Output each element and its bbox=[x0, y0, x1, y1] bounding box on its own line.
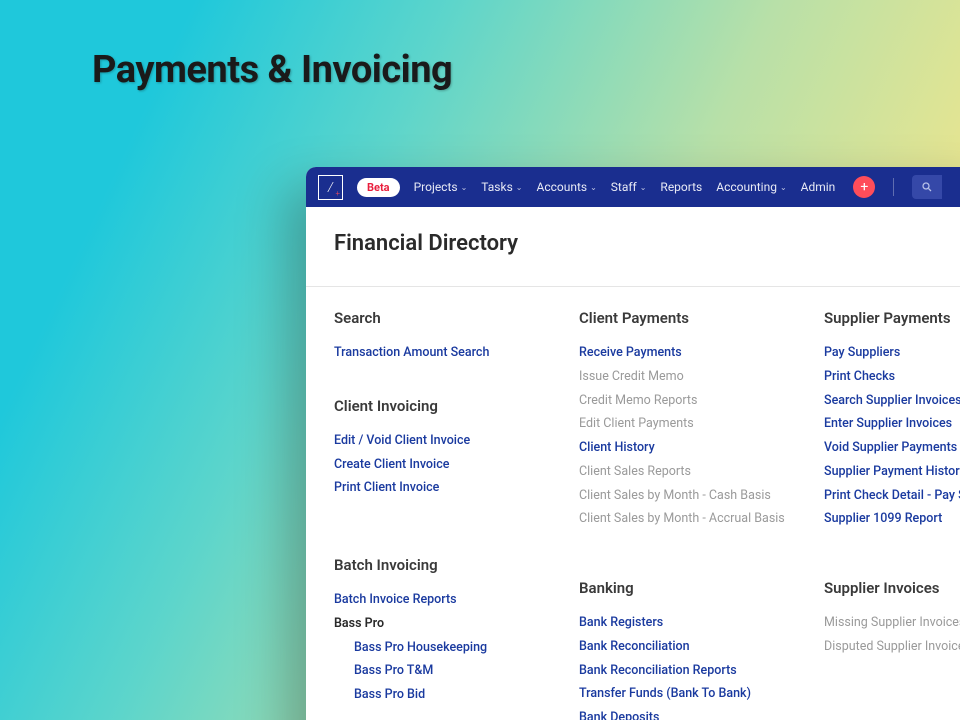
column-3: Supplier Payments Pay Suppliers Print Ch… bbox=[824, 309, 960, 720]
app-window: / Beta Projects⌄ Tasks⌄ Accounts⌄ Staff⌄… bbox=[306, 167, 960, 720]
section-heading-client-invoicing: Client Invoicing bbox=[334, 397, 579, 415]
search-icon bbox=[921, 181, 933, 193]
section-heading-client-payments: Client Payments bbox=[579, 309, 824, 327]
link-list-search: Transaction Amount Search bbox=[334, 341, 579, 365]
link-bank-reconciliation[interactable]: Bank Reconciliation bbox=[579, 635, 824, 659]
link-pay-suppliers[interactable]: Pay Suppliers bbox=[824, 341, 960, 365]
content-area: Financial Directory Search Transaction A… bbox=[306, 207, 960, 720]
nav-tasks[interactable]: Tasks⌄ bbox=[481, 180, 522, 194]
link-client-sales-reports[interactable]: Client Sales Reports bbox=[579, 460, 824, 484]
nav-label: Accounts bbox=[536, 180, 587, 194]
column-1: Search Transaction Amount Search Client … bbox=[334, 309, 579, 720]
link-print-checks[interactable]: Print Checks bbox=[824, 365, 960, 389]
nav-accounts[interactable]: Accounts⌄ bbox=[536, 180, 596, 194]
link-client-history[interactable]: Client History bbox=[579, 436, 824, 460]
link-issue-credit-memo[interactable]: Issue Credit Memo bbox=[579, 365, 824, 389]
section-heading-search: Search bbox=[334, 309, 579, 327]
link-supplier-payment-history[interactable]: Supplier Payment History bbox=[824, 460, 960, 484]
page-title: Financial Directory bbox=[334, 231, 960, 256]
link-credit-memo-reports[interactable]: Credit Memo Reports bbox=[579, 389, 824, 413]
link-list-batch-invoicing: Batch Invoice Reports Bass Pro Bass Pro … bbox=[334, 588, 579, 707]
section-heading-supplier-invoices: Supplier Invoices bbox=[824, 579, 960, 597]
nav-label: Projects bbox=[414, 180, 458, 194]
chevron-down-icon: ⌄ bbox=[780, 183, 787, 192]
plus-icon: + bbox=[860, 179, 868, 195]
add-button[interactable]: + bbox=[853, 176, 875, 198]
section-heading-banking: Banking bbox=[579, 579, 824, 597]
nav-divider bbox=[893, 178, 894, 196]
nav-label: Reports bbox=[660, 180, 702, 194]
link-list-client-payments: Receive Payments Issue Credit Memo Credi… bbox=[579, 341, 824, 531]
hero-title: Payments & Invoicing bbox=[92, 48, 452, 92]
link-disputed-supplier-invoice[interactable]: Disputed Supplier Invoice bbox=[824, 635, 960, 659]
link-print-check-detail[interactable]: Print Check Detail - Pay Sup bbox=[824, 484, 960, 508]
link-edit-void-client-invoice[interactable]: Edit / Void Client Invoice bbox=[334, 429, 579, 453]
link-bank-registers[interactable]: Bank Registers bbox=[579, 611, 824, 635]
nav-admin[interactable]: Admin bbox=[801, 180, 836, 194]
search-button[interactable] bbox=[912, 175, 942, 199]
link-enter-supplier-invoices[interactable]: Enter Supplier Invoices bbox=[824, 412, 960, 436]
link-bass-pro-bid[interactable]: Bass Pro Bid bbox=[334, 683, 579, 707]
link-bank-deposits[interactable]: Bank Deposits bbox=[579, 706, 824, 720]
nav-staff[interactable]: Staff⌄ bbox=[611, 180, 647, 194]
column-2: Client Payments Receive Payments Issue C… bbox=[579, 309, 824, 720]
link-bass-pro-tm[interactable]: Bass Pro T&M bbox=[334, 659, 579, 683]
link-print-client-invoice[interactable]: Print Client Invoice bbox=[334, 476, 579, 500]
link-bank-reconciliation-reports[interactable]: Bank Reconciliation Reports bbox=[579, 659, 824, 683]
link-list-client-invoicing: Edit / Void Client Invoice Create Client… bbox=[334, 429, 579, 500]
link-receive-payments[interactable]: Receive Payments bbox=[579, 341, 824, 365]
link-list-banking: Bank Registers Bank Reconciliation Bank … bbox=[579, 611, 824, 720]
link-void-supplier-payments[interactable]: Void Supplier Payments bbox=[824, 436, 960, 460]
chevron-down-icon: ⌄ bbox=[640, 183, 647, 192]
section-heading-supplier-payments: Supplier Payments bbox=[824, 309, 960, 327]
link-bass-pro[interactable]: Bass Pro bbox=[334, 612, 579, 636]
link-transaction-amount-search[interactable]: Transaction Amount Search bbox=[334, 341, 579, 365]
link-edit-client-payments[interactable]: Edit Client Payments bbox=[579, 412, 824, 436]
topbar: / Beta Projects⌄ Tasks⌄ Accounts⌄ Staff⌄… bbox=[306, 167, 960, 207]
link-search-supplier-invoices[interactable]: Search Supplier Invoices bbox=[824, 389, 960, 413]
nav-projects[interactable]: Projects⌄ bbox=[414, 180, 468, 194]
app-logo[interactable]: / bbox=[318, 175, 343, 200]
link-transfer-funds[interactable]: Transfer Funds (Bank To Bank) bbox=[579, 682, 824, 706]
link-bass-pro-housekeeping[interactable]: Bass Pro Housekeeping bbox=[334, 636, 579, 660]
beta-badge[interactable]: Beta bbox=[357, 178, 400, 197]
link-supplier-1099[interactable]: Supplier 1099 Report bbox=[824, 507, 960, 531]
nav-label: Admin bbox=[801, 180, 836, 194]
nav-label: Staff bbox=[611, 180, 637, 194]
nav-label: Tasks bbox=[481, 180, 513, 194]
link-client-sales-accrual[interactable]: Client Sales by Month - Accrual Basis bbox=[579, 507, 824, 531]
nav-reports[interactable]: Reports bbox=[660, 180, 702, 194]
divider bbox=[306, 286, 960, 287]
link-list-supplier-payments: Pay Suppliers Print Checks Search Suppli… bbox=[824, 341, 960, 531]
nav-accounting[interactable]: Accounting⌄ bbox=[716, 180, 786, 194]
link-missing-supplier-invoices[interactable]: Missing Supplier Invoices bbox=[824, 611, 960, 635]
chevron-down-icon: ⌄ bbox=[590, 183, 597, 192]
chevron-down-icon: ⌄ bbox=[461, 183, 468, 192]
chevron-down-icon: ⌄ bbox=[516, 183, 523, 192]
link-create-client-invoice[interactable]: Create Client Invoice bbox=[334, 453, 579, 477]
link-batch-invoice-reports[interactable]: Batch Invoice Reports bbox=[334, 588, 579, 612]
link-client-sales-cash[interactable]: Client Sales by Month - Cash Basis bbox=[579, 484, 824, 508]
nav-label: Accounting bbox=[716, 180, 777, 194]
link-list-supplier-invoices: Missing Supplier Invoices Disputed Suppl… bbox=[824, 611, 960, 659]
section-heading-batch-invoicing: Batch Invoicing bbox=[334, 556, 579, 574]
